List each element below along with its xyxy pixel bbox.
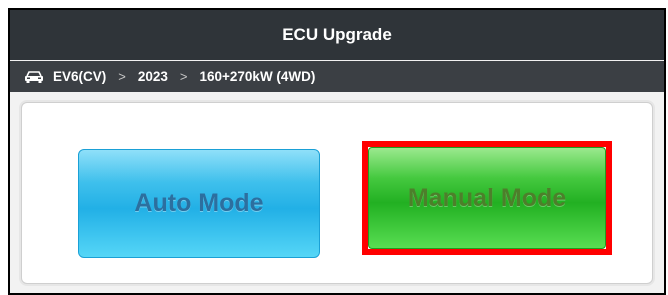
mode-selection-panel: Auto Mode Manual Mode (21, 102, 653, 284)
window-title: ECU Upgrade (10, 10, 664, 60)
manual-mode-button[interactable]: Manual Mode (368, 147, 606, 249)
chevron-right-icon: > (118, 69, 126, 84)
breadcrumb-item-model[interactable]: EV6(CV) (53, 69, 106, 84)
breadcrumb-item-engine[interactable]: 160+270kW (4WD) (200, 69, 316, 84)
breadcrumb: EV6(CV) > 2023 > 160+270kW (4WD) (10, 61, 664, 92)
auto-mode-button[interactable]: Auto Mode (78, 149, 320, 258)
ecu-upgrade-window: ECU Upgrade EV6(CV) > 2023 > 160+270kW (… (8, 8, 666, 295)
chevron-right-icon: > (179, 69, 188, 84)
car-icon (24, 70, 44, 84)
breadcrumb-item-year[interactable]: 2023 (138, 69, 168, 84)
